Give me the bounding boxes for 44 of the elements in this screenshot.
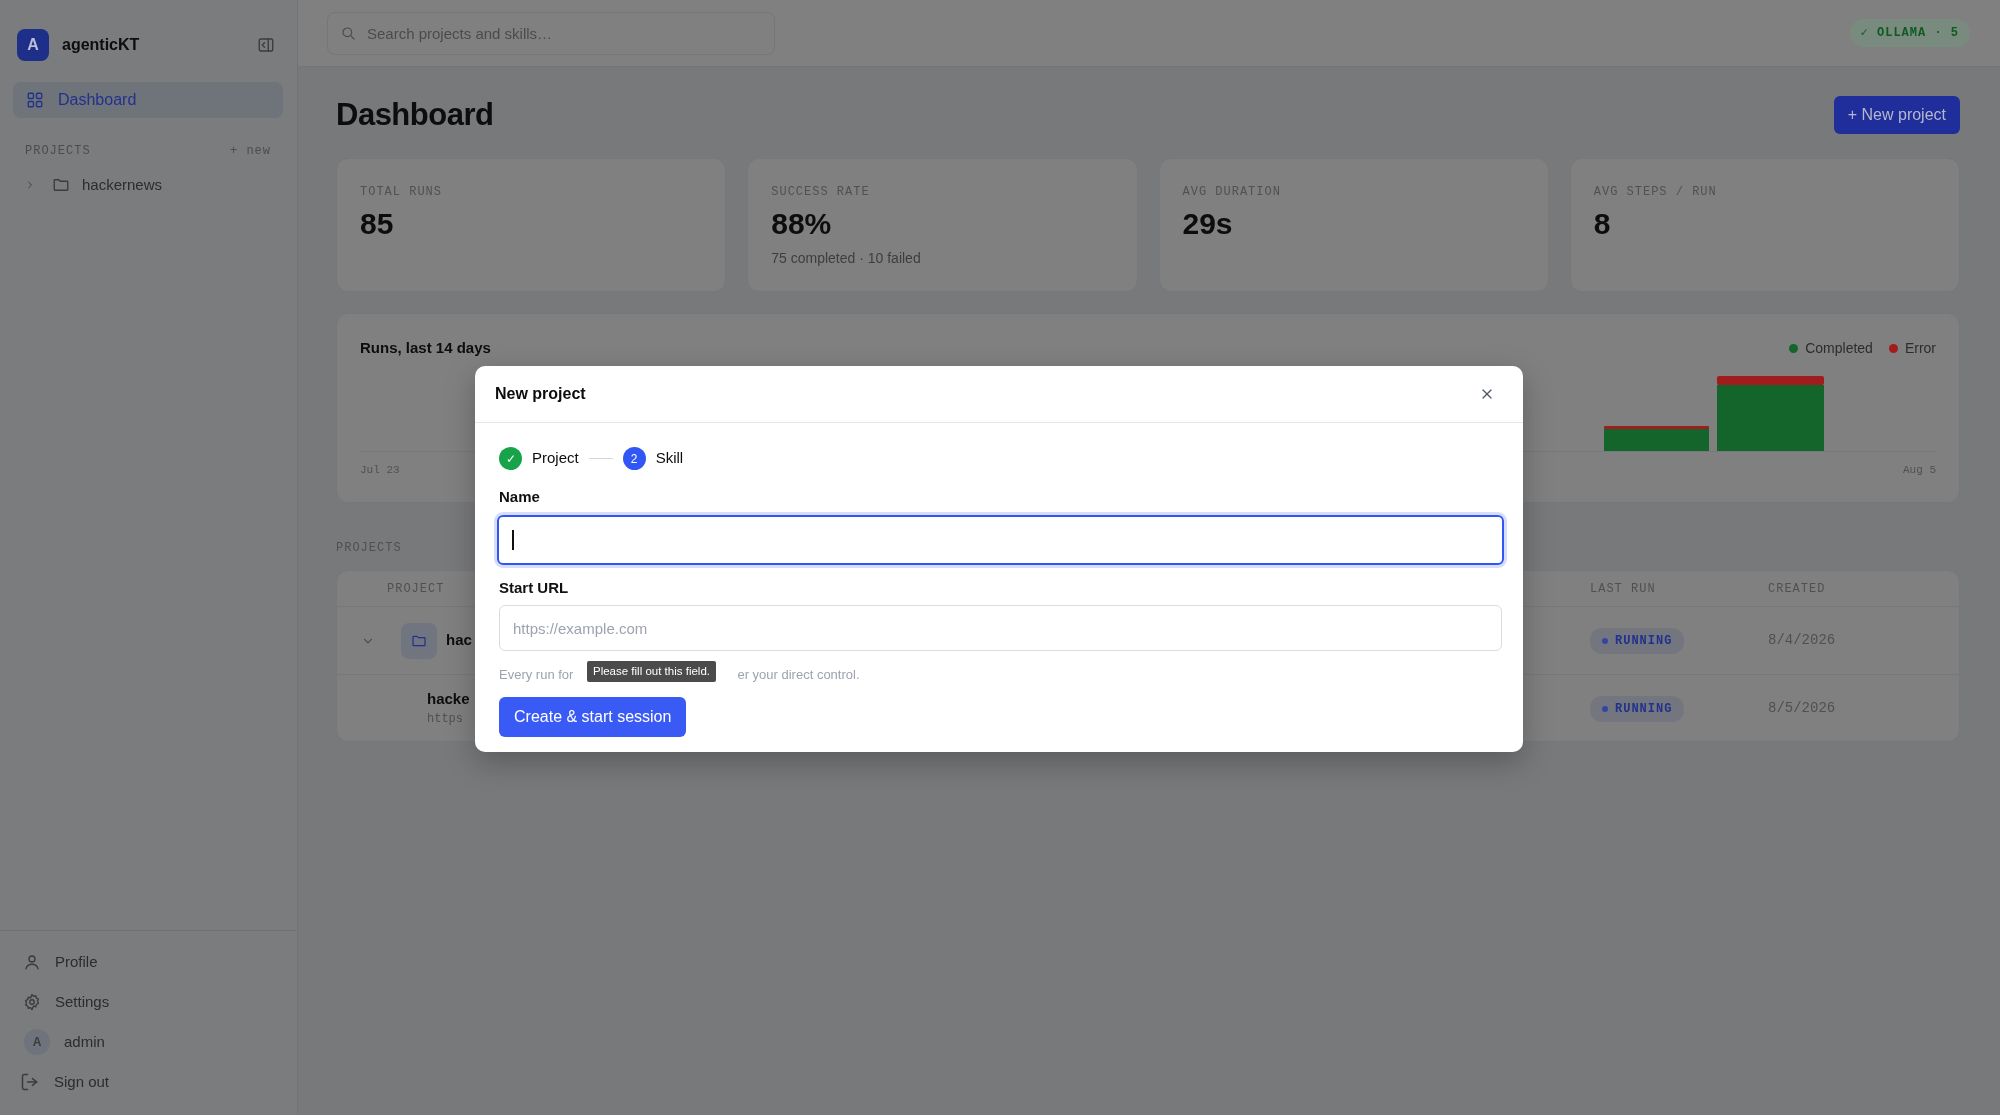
- field-label: Name: [499, 487, 541, 507]
- grid-icon: [26, 91, 44, 109]
- step-marker: 2: [622, 447, 646, 470]
- text-cursor: [512, 529, 514, 550]
- chart-title: Runs, last 14 days: [360, 338, 491, 358]
- input-field[interactable]: [497, 514, 1504, 565]
- skill-name: hacke: [427, 688, 470, 709]
- status-badge: RUNNING: [1590, 695, 1685, 722]
- nav-item[interactable]: Dashboard: [13, 82, 283, 118]
- sidebar-link[interactable]: Settings: [55, 990, 110, 1014]
- page-title: Dashboard: [336, 96, 494, 134]
- step-label: Project: [532, 448, 579, 469]
- step-label: Skill: [655, 448, 684, 469]
- stat-value: 8: [1593, 207, 1612, 240]
- logo-badge: A: [17, 28, 49, 61]
- settings-icon: [23, 993, 41, 1011]
- step-marker: ✓: [499, 447, 522, 470]
- project-name: hac: [446, 630, 472, 651]
- person-icon: [23, 953, 41, 971]
- stat-value: 85: [360, 207, 395, 240]
- legend-label: Completed: [1805, 338, 1873, 358]
- sidebar-link[interactable]: Sign out: [54, 1070, 110, 1094]
- help-text: er your direct control.: [737, 666, 860, 683]
- tooltip: Please fill out this field.: [587, 661, 716, 683]
- user-avatar: A: [24, 1029, 50, 1055]
- new-project-button[interactable]: + New project: [1833, 96, 1960, 134]
- help-text: Every run for: [499, 666, 574, 683]
- stat-value: 88%: [771, 207, 833, 240]
- status-badge: ✓ OLLAMA · 5: [1849, 19, 1970, 47]
- stat-note: 75 completed · 10 failed: [771, 249, 922, 268]
- sidebar-link[interactable]: Profile: [55, 950, 98, 974]
- submit-button[interactable]: Create & start session: [499, 697, 687, 737]
- sign-out-icon: [20, 1072, 40, 1092]
- status-dot: [1602, 638, 1608, 644]
- stat-value: 29s: [1182, 207, 1234, 240]
- collapse-sidebar-icon[interactable]: [257, 35, 275, 54]
- field-label: Start URL: [499, 577, 570, 598]
- user-name: admin: [64, 1031, 105, 1052]
- project-item[interactable]: hackernews: [82, 174, 163, 197]
- dialog-title: New project: [495, 384, 586, 404]
- app-name: agenticKT: [62, 34, 140, 55]
- status-dot: [1602, 705, 1608, 712]
- status-badge: RUNNING: [1590, 628, 1685, 654]
- legend-label: Error: [1904, 338, 1936, 358]
